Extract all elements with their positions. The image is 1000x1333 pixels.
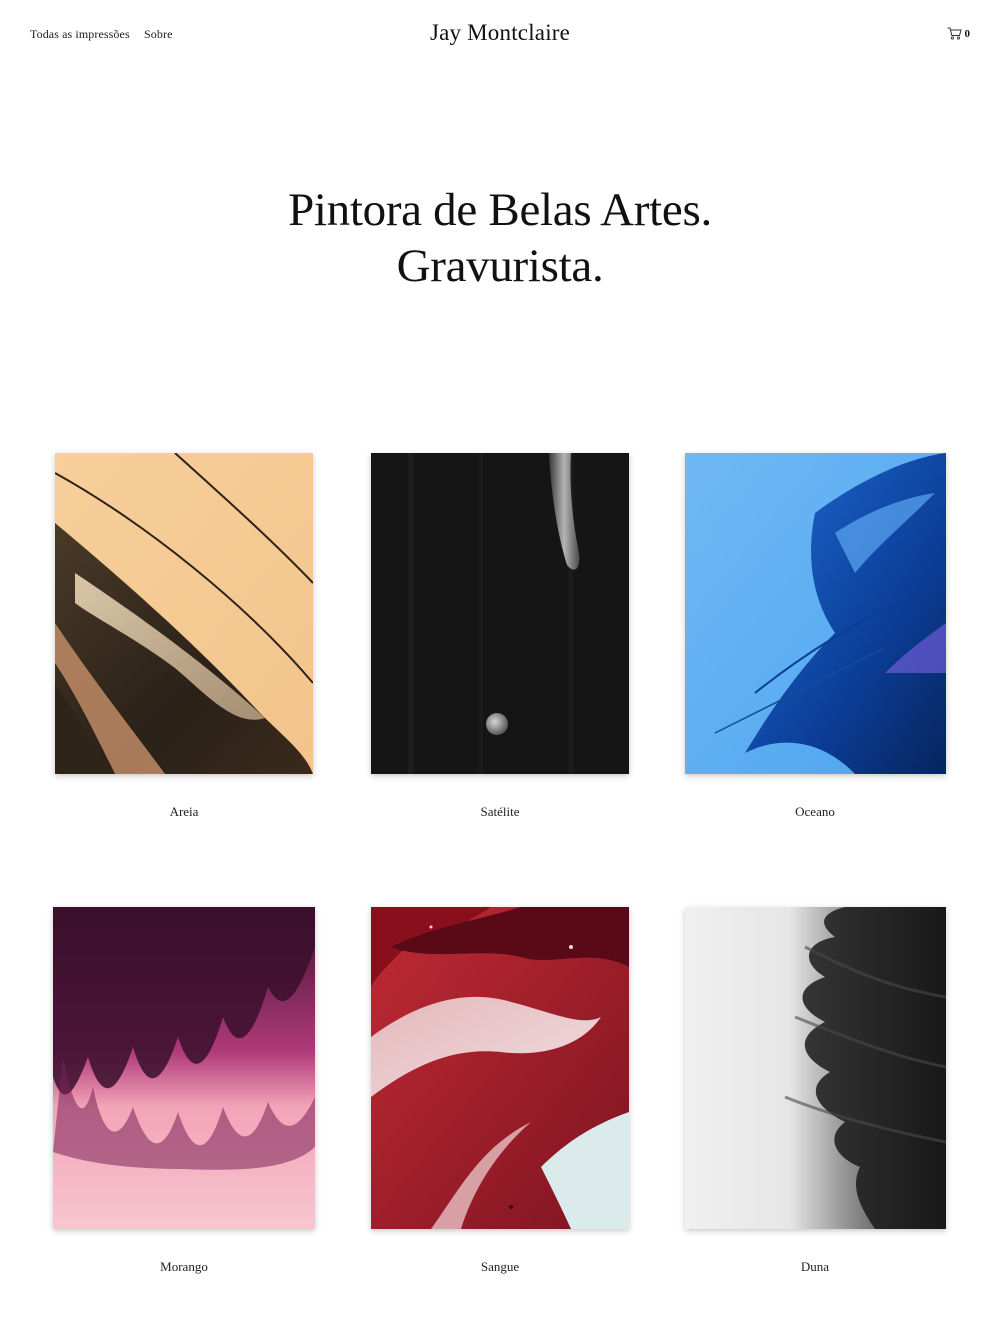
print-image-oceano[interactable] [685, 453, 946, 774]
hero-heading-line-1: Pintora de Belas Artes. [288, 184, 712, 236]
nav-all-prints-link[interactable]: Todas as impressões [30, 27, 130, 42]
print-image-duna[interactable] [685, 907, 946, 1229]
cart-button[interactable]: 0 [947, 27, 971, 40]
print-image-areia[interactable] [55, 453, 313, 774]
print-title-duna[interactable]: Duna [685, 1259, 945, 1275]
print-title-satelite[interactable]: Satélite [370, 804, 630, 820]
hero-section: Pintora de Belas Artes. Gravurista. [0, 182, 1000, 294]
print-image-satelite[interactable] [371, 453, 629, 774]
hero-heading-line-2: Gravurista. [396, 240, 604, 292]
print-image-morango[interactable] [53, 907, 315, 1229]
site-header: Todas as impressões Sobre Jay Montclaire… [0, 0, 1000, 70]
print-title-oceano[interactable]: Oceano [685, 804, 945, 820]
cart-count: 0 [964, 27, 971, 40]
print-title-morango[interactable]: Morango [54, 1259, 314, 1275]
site-title[interactable]: Jay Montclaire [430, 20, 570, 45]
print-title-sangue[interactable]: Sangue [370, 1259, 630, 1275]
print-title-areia[interactable]: Areia [54, 804, 314, 820]
nav-about-link[interactable]: Sobre [144, 27, 173, 42]
print-image-sangue[interactable] [371, 907, 629, 1229]
cart-icon [947, 27, 962, 40]
